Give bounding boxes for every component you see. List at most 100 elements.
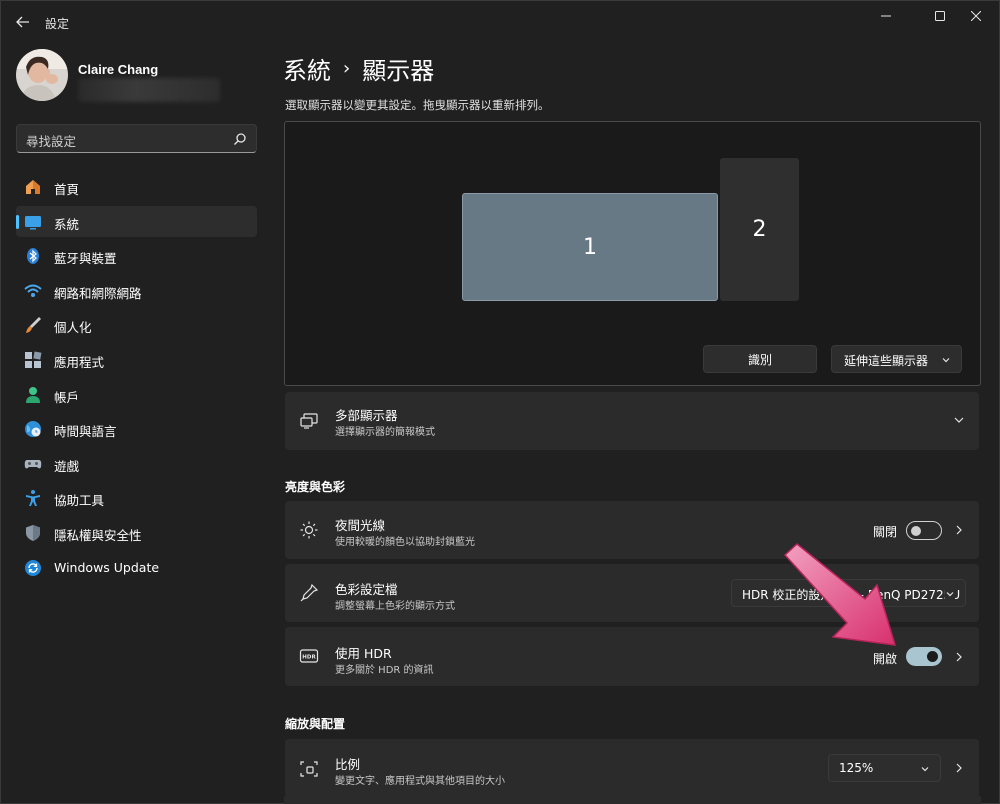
scale-value: 125% <box>839 761 874 775</box>
display-arrangement-area: 1 2 識別 延伸這些顯示器 <box>284 121 981 386</box>
monitor-1-label: 1 <box>583 234 597 260</box>
search-icon <box>234 133 246 145</box>
hdr-toggle[interactable] <box>906 647 942 666</box>
multiple-displays-icon <box>300 413 318 429</box>
chevron-right-icon[interactable] <box>953 762 965 774</box>
night-light-toggle[interactable] <box>906 521 942 540</box>
user-profile[interactable]: Claire Chang <box>16 49 256 109</box>
breadcrumb-separator: › <box>343 58 351 79</box>
title-bar: 設定 <box>1 1 999 41</box>
multiple-displays-subtitle: 選擇顯示器的簡報模式 <box>335 427 435 438</box>
hdr-icon: HDR <box>299 649 319 663</box>
sidebar-item-label: 網路和網際網路 <box>54 285 142 301</box>
breadcrumb: 系統 › 顯示器 <box>283 51 434 86</box>
chevron-down-icon <box>945 589 955 599</box>
close-icon <box>971 11 981 21</box>
svg-text:HDR: HDR <box>302 655 316 661</box>
sidebar-item-accessibility[interactable]: 協助工具 <box>16 482 257 513</box>
sidebar-item-network[interactable]: 網路和網際網路 <box>16 275 257 306</box>
sidebar-item-time-language[interactable]: 時間與語言 <box>16 413 257 444</box>
color-profile-title: 色彩設定檔 <box>335 582 398 597</box>
apps-icon <box>25 351 42 368</box>
night-light-title: 夜間光線 <box>335 518 386 533</box>
night-light-card[interactable]: 夜間光線 使用較暖的顏色以協助封鎖藍光 關閉 <box>285 501 979 559</box>
color-profile-dropdown[interactable]: HDR 校正的設定檔 1 - BenQ PD2725U 16440 <box>731 579 966 607</box>
night-light-state: 關閉 <box>873 525 898 539</box>
chevron-right-icon[interactable] <box>953 651 965 663</box>
wifi-icon <box>24 284 42 297</box>
maximize-icon <box>935 11 945 21</box>
section-title-scale-layout: 縮放與配置 <box>285 717 346 731</box>
sidebar-item-label: 首頁 <box>54 182 80 197</box>
sidebar-item-home[interactable]: 首頁 <box>16 171 257 202</box>
scale-dropdown[interactable]: 125% <box>828 754 941 782</box>
monitor-2[interactable]: 2 <box>720 158 799 301</box>
hdr-title: 使用 HDR <box>335 646 392 661</box>
search-box[interactable]: 尋找設定 <box>16 124 257 153</box>
sidebar-item-label: Windows Update <box>54 559 160 575</box>
section-title-brightness: 亮度與色彩 <box>285 480 346 494</box>
sidebar-item-privacy[interactable]: 隱私權與安全性 <box>16 517 257 548</box>
display-instruction: 選取顯示器以變更其設定。拖曳顯示器以重新排列。 <box>285 98 550 112</box>
search-input[interactable]: 尋找設定 <box>26 131 76 150</box>
scale-icon <box>300 761 318 777</box>
scale-card[interactable]: 比例 變更文字、應用程式與其他項目的大小 125% <box>285 739 979 797</box>
sidebar-item-label: 帳戶 <box>54 389 80 405</box>
brush-icon <box>26 317 41 334</box>
breadcrumb-parent[interactable]: 系統 <box>283 51 331 86</box>
time-language-icon <box>25 421 41 438</box>
close-button[interactable] <box>953 1 999 31</box>
monitor-2-label: 2 <box>752 217 767 242</box>
hdr-card[interactable]: HDR 使用 HDR 更多關於 HDR 的資訊 開啟 <box>285 627 979 686</box>
sidebar-item-personalization[interactable]: 個人化 <box>16 309 257 340</box>
back-arrow-icon <box>16 16 29 28</box>
sidebar-item-label: 應用程式 <box>54 354 105 370</box>
accessibility-icon <box>26 490 40 507</box>
monitor-1[interactable]: 1 <box>462 193 718 301</box>
bluetooth-icon <box>27 248 39 265</box>
hdr-state: 開啟 <box>873 652 898 666</box>
sidebar-item-label: 協助工具 <box>54 493 105 509</box>
minimize-button[interactable] <box>863 1 909 31</box>
multiple-displays-title: 多部顯示器 <box>335 408 398 423</box>
eyedropper-icon <box>300 583 319 602</box>
sidebar-item-accounts[interactable]: 帳戶 <box>16 379 257 410</box>
page-title: 顯示器 <box>362 57 435 85</box>
multiple-displays-card[interactable]: 多部顯示器 選擇顯示器的簡報模式 <box>285 392 979 450</box>
scale-title: 比例 <box>335 757 361 772</box>
gamepad-icon <box>24 459 42 469</box>
extend-displays-dropdown[interactable]: 延伸這些顯示器 <box>831 345 962 373</box>
chevron-down-icon <box>954 417 964 423</box>
color-profile-card: 色彩設定檔 調整螢幕上色彩的顯示方式 HDR 校正的設定檔 1 - BenQ P… <box>285 564 979 622</box>
minimize-icon <box>881 15 891 17</box>
avatar <box>16 49 68 101</box>
sidebar-item-gaming[interactable]: 遊戲 <box>16 448 257 479</box>
sidebar-item-label: 遊戲 <box>54 458 80 474</box>
sidebar-item-bluetooth[interactable]: 藍牙與裝置 <box>16 240 257 271</box>
sidebar-item-label: 系統 <box>54 216 80 232</box>
night-light-subtitle: 使用較暖的顏色以協助封鎖藍光 <box>335 537 475 548</box>
sidebar-item-label: 藍牙與裝置 <box>54 251 117 267</box>
app-title: 設定 <box>45 17 70 31</box>
settings-window: 設定 Claire Chang 尋找設定 首頁 系統 藍牙與裝置 網路和網際網路… <box>0 0 1000 804</box>
profile-email-redacted <box>78 78 220 102</box>
sidebar-item-apps[interactable]: 應用程式 <box>16 344 257 375</box>
profile-name: Claire Chang <box>78 62 159 77</box>
scale-subtitle: 變更文字、應用程式與其他項目的大小 <box>335 776 505 787</box>
sidebar-item-label: 時間與語言 <box>54 424 117 440</box>
color-profile-subtitle: 調整螢幕上色彩的顯示方式 <box>335 601 455 612</box>
hdr-subtitle[interactable]: 更多關於 HDR 的資訊 <box>335 661 434 676</box>
sidebar-item-label: 個人化 <box>54 320 92 336</box>
chevron-down-icon <box>921 767 929 772</box>
sidebar-nav: 首頁 系統 藍牙與裝置 網路和網際網路 個人化 應用程式 帳戶 時間與語言 遊戲… <box>16 171 257 586</box>
next-card-partial <box>284 796 981 804</box>
chevron-right-icon[interactable] <box>953 524 965 536</box>
back-button[interactable] <box>9 9 37 35</box>
sidebar-item-windows-update[interactable]: Windows Update <box>16 552 257 583</box>
identify-button[interactable]: 識別 <box>703 345 817 373</box>
chevron-down-icon <box>942 358 950 363</box>
sidebar-item-system[interactable]: 系統 <box>16 205 257 237</box>
sun-icon <box>300 521 318 539</box>
home-icon <box>26 180 40 194</box>
color-profile-value: HDR 校正的設定檔 1 - BenQ PD2725U 16440 <box>742 588 965 602</box>
